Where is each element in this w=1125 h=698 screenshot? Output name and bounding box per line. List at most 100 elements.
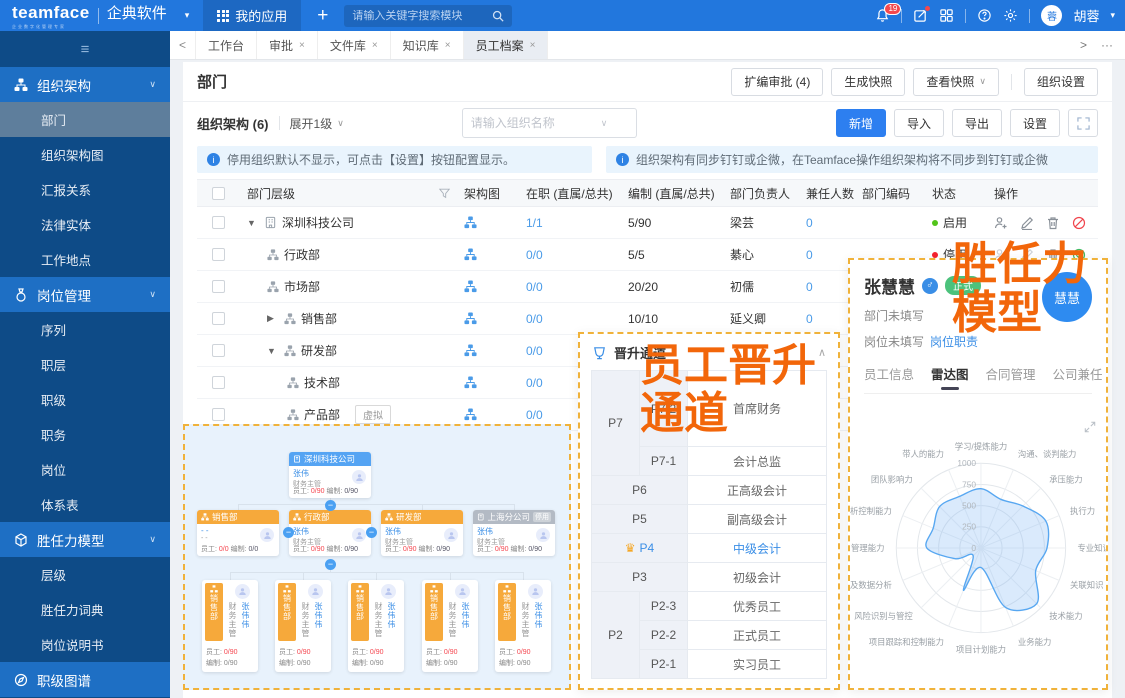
row-checkbox[interactable] (212, 312, 225, 325)
org-name-select[interactable]: ∨ (462, 108, 637, 138)
org-leaf-node[interactable]: 销售部 财务主管张伟伟 员工: 0/90编制: 0/90 (275, 580, 331, 672)
org-settings-button[interactable]: 组织设置 (1024, 68, 1098, 96)
org-node-root[interactable]: 深圳科技公司 张伟 财务主管 员工: 0/90 编制: 0/90 (289, 452, 371, 498)
dept-name[interactable]: 行政部 (284, 246, 320, 263)
dept-name[interactable]: 产品部 (304, 406, 340, 423)
export-button[interactable]: 导出 (952, 109, 1002, 137)
user-menu-caret[interactable]: ▾ (1110, 10, 1115, 21)
create-snapshot-button[interactable]: 生成快照 (831, 68, 905, 96)
tab-employee-info[interactable]: 员工信息 (864, 364, 914, 383)
row-checkbox[interactable] (212, 216, 225, 229)
notifications-button[interactable]: 19 (875, 8, 890, 23)
expand-caret[interactable]: ▶ (267, 313, 279, 324)
close-icon[interactable]: × (445, 40, 451, 51)
tabs-more-button[interactable]: ··· (1101, 38, 1113, 52)
row-checkbox[interactable] (212, 280, 225, 293)
tab-concurrent-posts[interactable]: 公司兼任 (1053, 364, 1103, 383)
close-icon[interactable]: × (299, 40, 305, 51)
concurrent-count[interactable]: 0 (806, 248, 813, 262)
sidebar-group-grade-map[interactable]: 职级图谱 (0, 662, 170, 697)
concurrent-count[interactable]: 0 (806, 280, 813, 294)
tabs-scroll-left[interactable]: < (170, 31, 196, 59)
workspace-dropdown-caret[interactable]: ▾ (185, 10, 190, 21)
sidebar-group-positions[interactable]: 岗位管理 ∨ (0, 277, 170, 312)
onjob-count[interactable]: 1/1 (526, 216, 543, 230)
sidebar-item-org-chart[interactable]: 组织架构图 (0, 137, 170, 172)
sidebar-item-departments[interactable]: 部门 (0, 102, 170, 137)
collapse-panel-icon[interactable]: ∧ (818, 346, 826, 359)
org-leaf-node[interactable]: 销售部 财务主管张伟伟 员工: 0/90编制: 0/90 (422, 580, 478, 672)
tab-contract[interactable]: 合同管理 (986, 364, 1036, 383)
help-button[interactable] (977, 8, 992, 23)
org-chart-icon[interactable] (464, 280, 477, 293)
disable-button[interactable] (1072, 216, 1086, 230)
sidebar-item-legal-entity[interactable]: 法律实体 (0, 207, 170, 242)
select-all-checkbox[interactable] (212, 187, 225, 200)
sidebar-group-competency[interactable]: 胜任力模型 ∨ (0, 522, 170, 557)
org-leaf-node[interactable]: 销售部 财务主管张伟伟 员工: 0/90编制: 0/90 (202, 580, 258, 672)
onjob-count[interactable]: 0/0 (526, 248, 543, 262)
view-snapshot-button[interactable]: 查看快照∨ (913, 68, 999, 96)
employee-avatar[interactable]: 慧慧 (1042, 272, 1092, 322)
tab-workbench[interactable]: 工作台 (196, 31, 257, 59)
sidebar-item-job-title[interactable]: 职务 (0, 417, 170, 452)
dept-name[interactable]: 销售部 (301, 310, 337, 327)
close-icon[interactable]: × (530, 40, 536, 51)
sidebar-item-job-description[interactable]: 岗位说明书 (0, 627, 170, 662)
sidebar-item-competency-dict[interactable]: 胜任力词典 (0, 592, 170, 627)
onjob-count[interactable]: 0/0 (526, 280, 543, 294)
onjob-count[interactable]: 0/0 (526, 376, 543, 390)
expand-level-dropdown[interactable]: 展开1级∨ (290, 115, 344, 132)
compose-button[interactable] (913, 8, 928, 23)
add-button[interactable]: 新增 (836, 109, 886, 137)
sidebar-item-levels[interactable]: 层级 (0, 557, 170, 592)
sidebar-item-job-layer[interactable]: 职层 (0, 347, 170, 382)
concurrent-count[interactable]: 0 (806, 216, 813, 230)
fullscreen-button[interactable] (1068, 109, 1098, 137)
org-leaf-node[interactable]: 销售部 财务主管张伟伟 员工: 0/90编制: 0/90 (495, 580, 551, 672)
add-app-button[interactable]: + (317, 5, 328, 27)
module-search[interactable] (344, 5, 512, 27)
sidebar-item-sequence[interactable]: 序列 (0, 312, 170, 347)
dept-name[interactable]: 市场部 (284, 278, 320, 295)
add-member-button[interactable] (994, 216, 1008, 230)
sidebar-group-org[interactable]: 组织架构 ∨ (0, 67, 170, 102)
tab-knowledge[interactable]: 知识库× (391, 31, 464, 59)
tab-employee-archive[interactable]: 员工档案× (464, 31, 549, 59)
filter-icon[interactable] (439, 188, 450, 199)
module-search-input[interactable] (352, 10, 492, 22)
row-checkbox[interactable] (212, 408, 225, 421)
app-center-button[interactable] (939, 8, 954, 23)
org-chart-icon[interactable] (464, 216, 477, 229)
org-node-rnd[interactable]: 研发部 张伟 财务主管 员工: 0/90 编制: 0/90 (381, 510, 463, 556)
tabs-scroll-right[interactable]: > (1080, 38, 1087, 52)
org-node-shanghai[interactable]: 上海分公司停用 张伟 财务主管 员工: 0/90 编制: 0/90 (473, 510, 555, 556)
org-leaf-node[interactable]: 销售部 财务主管张伟伟 员工: 0/90编制: 0/90 (348, 580, 404, 672)
sidebar-item-reporting[interactable]: 汇报关系 (0, 172, 170, 207)
tab-approval[interactable]: 审批× (257, 31, 318, 59)
sidebar-item-post[interactable]: 岗位 (0, 452, 170, 487)
my-apps-button[interactable]: 我的应用 (203, 0, 301, 31)
org-node-sales[interactable]: 销售部 - - - - 员工: 0/0 编制: 0/0 (197, 510, 279, 556)
expand-radar-icon[interactable] (1084, 420, 1096, 438)
tab-files[interactable]: 文件库× (318, 31, 391, 59)
edit-button[interactable] (1020, 216, 1034, 230)
onjob-count[interactable]: 0/0 (526, 408, 543, 422)
org-chart-icon[interactable] (464, 408, 477, 421)
org-chart-icon[interactable] (464, 344, 477, 357)
settings-button[interactable]: 设置 (1010, 109, 1060, 137)
expand-approval-button[interactable]: 扩编审批 (4) (731, 68, 823, 96)
row-checkbox[interactable] (212, 344, 225, 357)
org-node-admin[interactable]: 行政部 张伟 财务主管 员工: 0/90 编制: 0/90 (289, 510, 371, 556)
collapse-caret[interactable]: ▼ (247, 218, 259, 228)
sidebar-item-work-location[interactable]: 工作地点 (0, 242, 170, 277)
org-name-input[interactable] (471, 116, 601, 130)
dept-name[interactable]: 深圳科技公司 (282, 214, 354, 231)
onjob-count[interactable]: 0/0 (526, 312, 543, 326)
row-checkbox[interactable] (212, 376, 225, 389)
onjob-count[interactable]: 0/0 (526, 344, 543, 358)
org-chart-icon[interactable] (464, 376, 477, 389)
collapse-node-button[interactable]: − (366, 527, 377, 538)
concurrent-count[interactable]: 0 (806, 312, 813, 326)
post-duty-link[interactable]: 岗位职责 (930, 335, 978, 349)
